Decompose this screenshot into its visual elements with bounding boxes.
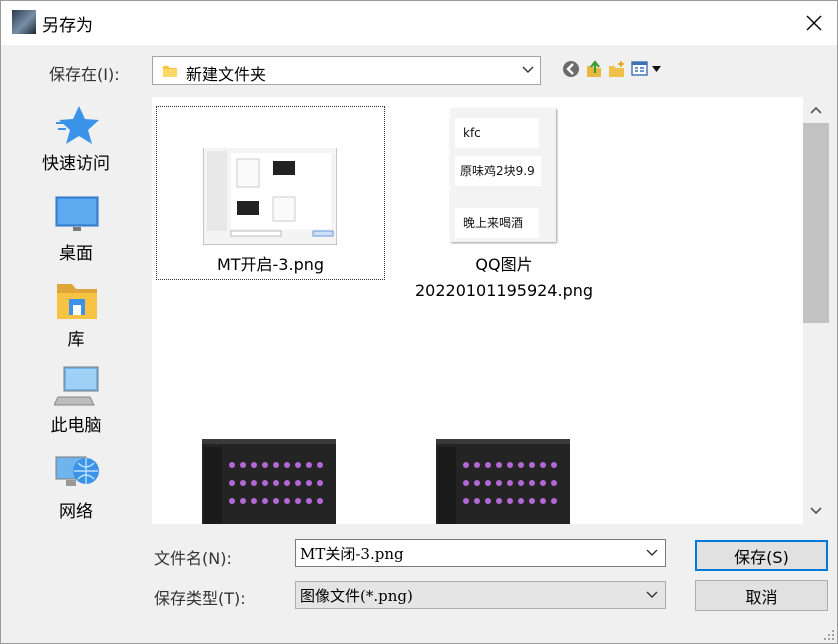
scroll-down-icon[interactable] — [810, 507, 822, 515]
file-item[interactable] — [202, 439, 336, 524]
filetype-value: 图像文件(*.png) — [300, 587, 413, 605]
location-combobox[interactable]: 新建文件夹 — [152, 56, 541, 85]
resize-grip-icon[interactable] — [823, 629, 835, 641]
filetype-label: 保存类型(T): — [154, 589, 246, 608]
file-thumbnail — [203, 141, 337, 245]
file-thumbnail — [202, 439, 336, 524]
scrollbar-thumb[interactable] — [803, 123, 829, 323]
view-menu-icon[interactable] — [631, 60, 665, 78]
place-this-pc[interactable]: 此电脑 — [1, 359, 151, 445]
library-icon — [57, 284, 97, 319]
app-icon — [12, 10, 36, 34]
star-icon — [56, 106, 99, 144]
close-button[interactable] — [791, 1, 837, 45]
place-label: 网络 — [59, 502, 93, 522]
file-item[interactable]: MT开启-3.png — [156, 106, 385, 280]
place-label: 桌面 — [59, 244, 93, 264]
place-label: 快速访问 — [42, 154, 110, 174]
places-bar: 快速访问 桌面 库 此电脑 网络 — [1, 97, 151, 527]
place-quick-access[interactable]: 快速访问 — [1, 97, 151, 183]
file-item[interactable]: kfc 原味鸡2块9.9 晚上来喝酒 QQ图片 20220101195924.p… — [404, 106, 604, 316]
file-thumbnail — [436, 439, 570, 524]
cancel-button[interactable]: 取消 — [695, 580, 828, 611]
thumb-text: kfc — [455, 118, 539, 148]
save-as-dialog: 另存为 保存在(I): 新建文件夹 快速访问 桌面 库 此电脑 网络 MT开启-… — [0, 0, 838, 644]
location-value: 新建文件夹 — [186, 65, 267, 84]
new-folder-icon[interactable] — [608, 60, 626, 78]
file-name: 20220101195924.png — [414, 281, 594, 300]
save-button[interactable]: 保存(S) — [695, 540, 828, 571]
folder-icon — [163, 66, 177, 77]
filetype-select[interactable]: 图像文件(*.png) — [295, 581, 666, 609]
desktop-icon — [55, 196, 99, 231]
window-title: 另存为 — [42, 16, 93, 36]
network-icon — [55, 456, 99, 486]
chevron-down-icon[interactable] — [646, 549, 658, 557]
computer-icon — [54, 366, 99, 406]
back-icon[interactable] — [562, 60, 580, 78]
up-folder-icon[interactable] — [585, 60, 603, 78]
file-thumbnail: kfc 原味鸡2块9.9 晚上来喝酒 — [450, 108, 556, 242]
place-desktop[interactable]: 桌面 — [1, 187, 151, 273]
file-item[interactable] — [436, 439, 570, 524]
filename-label: 文件名(N): — [154, 549, 232, 568]
place-label: 库 — [67, 330, 85, 350]
location-label: 保存在(I): — [49, 65, 120, 84]
file-name: MT开启-3.png — [216, 255, 325, 274]
scroll-up-icon[interactable] — [810, 106, 822, 114]
vertical-scrollbar[interactable] — [803, 97, 829, 524]
filename-combobox[interactable]: MT关闭-3.png — [295, 539, 666, 567]
place-network[interactable]: 网络 — [1, 445, 151, 531]
file-list-view[interactable]: MT开启-3.png kfc 原味鸡2块9.9 晚上来喝酒 QQ图片 20220… — [152, 97, 803, 524]
place-label: 此电脑 — [50, 416, 102, 436]
title-bar: 另存为 — [1, 1, 837, 45]
filename-value[interactable]: MT关闭-3.png — [300, 543, 404, 564]
thumb-text: 原味鸡2块9.9 — [455, 156, 541, 186]
chevron-down-icon — [522, 66, 534, 73]
place-library[interactable]: 库 — [1, 273, 151, 359]
thumb-text: 晚上来喝酒 — [455, 208, 539, 238]
file-name: QQ图片 — [475, 255, 533, 274]
close-icon — [806, 15, 822, 31]
chevron-down-icon — [646, 591, 658, 598]
